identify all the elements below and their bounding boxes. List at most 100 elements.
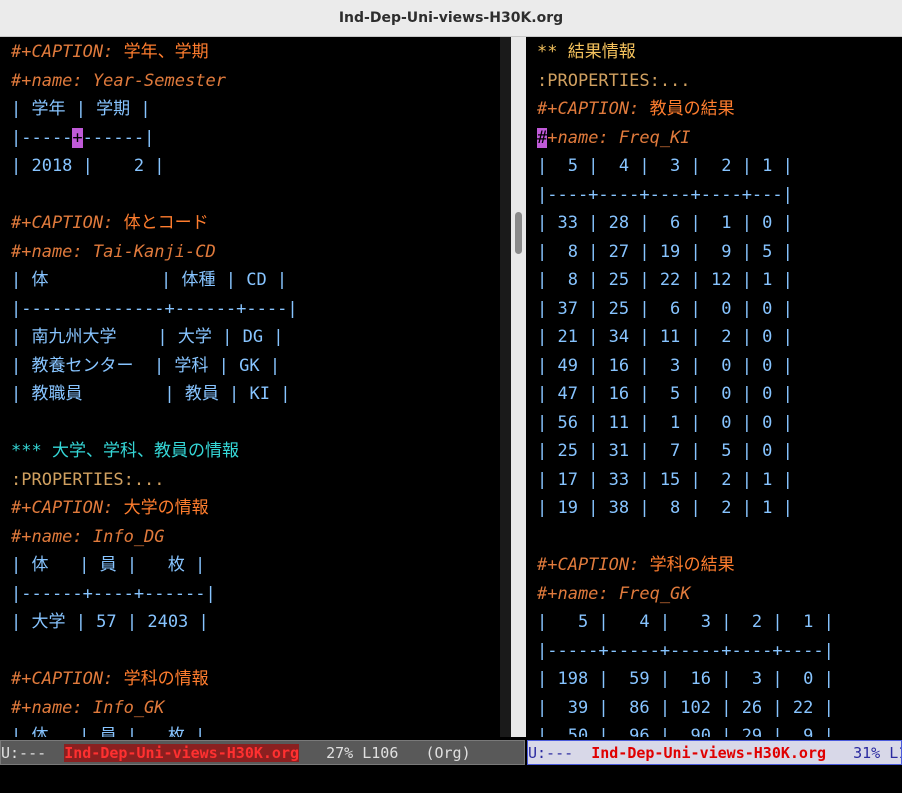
- buffer-line[interactable]: | 南九州大学 | 大学 | DG |: [11, 323, 284, 351]
- buffer-line[interactable]: | 49 | 16 | 3 | 0 | 0 |: [537, 352, 793, 380]
- buffer-text: | 体 | 体種 | CD |: [11, 270, 288, 290]
- buffer-text: |------+----+------|: [11, 583, 216, 604]
- buffer-text: | 198 | 59 | 16 | 3 | 0 |: [537, 669, 834, 689]
- buffer-text: #+CAPTION:: [11, 498, 124, 518]
- buffer-text: | 5 | 4 | 3 | 2 | 1 |: [537, 156, 793, 176]
- buffer-text: 学年、学期: [123, 42, 209, 62]
- buffer-text: #+CAPTION:: [11, 42, 124, 62]
- emacs-window: Ind-Dep-Uni-views-H30K.org #+CAPTION: 学年…: [0, 0, 902, 793]
- buffer-line[interactable]: | 5 | 4 | 3 | 2 | 1 |: [537, 608, 834, 636]
- buffer-line[interactable]: *** 大学、学科、教員の情報: [11, 437, 239, 465]
- buffer-line[interactable]: #+CAPTION: 学科の結果: [537, 551, 735, 579]
- buffer-line[interactable]: | 体 | 体種 | CD |: [11, 266, 287, 294]
- buffer-text: | 学年 | 学期 |: [11, 99, 151, 119]
- buffer-line[interactable]: | 19 | 38 | 8 | 2 | 1 |: [537, 494, 793, 522]
- scrollbar-thumb[interactable]: [515, 212, 522, 254]
- buffer-text: | 体 | 員 | 枚 |: [11, 555, 206, 575]
- buffer-line[interactable]: ** 結果情報: [537, 38, 636, 66]
- mode-line-position: 27% L106 (Org): [299, 744, 471, 762]
- buffer-line[interactable]: | 5 | 4 | 3 | 2 | 1 |: [537, 152, 793, 180]
- right-editor-pane[interactable]: ** 結果情報:PROPERTIES:... #+CAPTION: 教員の結果 #+…: [537, 37, 902, 737]
- right-mode-line[interactable]: U:--- Ind-Dep-Uni-views-H30K.org 31% L14…: [527, 740, 902, 765]
- minibuffer[interactable]: [0, 765, 902, 793]
- left-mode-line[interactable]: U:--- Ind-Dep-Uni-views-H30K.org 27% L10…: [0, 740, 525, 765]
- buffer-line[interactable]: #+name: Freq_GK: [537, 580, 691, 608]
- buffer-line[interactable]: | 教職員 | 教員 | KI |: [11, 380, 290, 408]
- buffer-line[interactable]: |--------------+------+----|: [11, 295, 298, 323]
- buffer-line[interactable]: :PROPERTIES:...: [537, 67, 691, 95]
- buffer-line[interactable]: | 17 | 33 | 15 | 2 | 1 |: [537, 466, 793, 494]
- buffer-line[interactable]: | 198 | 59 | 16 | 3 | 0 |: [537, 665, 834, 693]
- buffer-text: **: [537, 42, 568, 62]
- buffer-line[interactable]: |------+----+------|: [11, 580, 216, 608]
- buffer-text: | 56 | 11 | 1 | 0 | 0 |: [537, 412, 793, 433]
- buffer-line[interactable]: #+name: Tai-Kanji-CD: [11, 238, 216, 266]
- buffer-line[interactable]: :PROPERTIES:...: [11, 466, 165, 494]
- buffer-text: *** 大学、学科、教員の情報: [11, 441, 239, 461]
- buffer-text: 学科の結果: [649, 555, 735, 575]
- buffer-line[interactable]: #+CAPTION: 学科の情報: [11, 665, 209, 693]
- buffer-line[interactable]: #+name: Info_GK: [11, 694, 165, 722]
- mode-line-buffer-name[interactable]: Ind-Dep-Uni-views-H30K.org: [591, 744, 826, 762]
- window-divider: [500, 37, 511, 737]
- buffer-line[interactable]: #+CAPTION: 教員の結果: [537, 95, 735, 123]
- buffer-text: 教員の結果: [649, 99, 735, 119]
- buffer-text: :PROPERTIES:...: [537, 70, 691, 91]
- buffer-line[interactable]: #+CAPTION: 大学の情報: [11, 494, 209, 522]
- mode-line-status: U:---: [528, 744, 592, 762]
- buffer-line[interactable]: | 50 | 96 | 90 | 29 | 9 |: [537, 722, 834, 737]
- text-cursor: +: [72, 127, 83, 148]
- buffer-line[interactable]: | 体 | 員 | 枚 |: [11, 551, 205, 579]
- buffer-text: | 大学 | 57 | 2403 |: [11, 612, 209, 632]
- vertical-scrollbar[interactable]: [511, 37, 526, 737]
- buffer-line[interactable]: | 学年 | 学期 |: [11, 95, 151, 123]
- buffer-text: #+CAPTION:: [537, 555, 650, 575]
- buffer-text: |--------------+------+----|: [11, 298, 298, 319]
- buffer-line[interactable]: |-----+-----+-----+----+----|: [537, 637, 834, 665]
- right-fringe: [526, 37, 537, 737]
- buffer-line[interactable]: |-----+------|: [11, 124, 154, 152]
- buffer-text: | 39 | 86 | 102 | 26 | 22 |: [537, 697, 834, 718]
- buffer-text: | 49 | 16 | 3 | 0 | 0 |: [537, 355, 793, 376]
- left-editor-pane[interactable]: #+CAPTION: 学年、学期 #+name: Year-Semester | 学…: [0, 37, 500, 737]
- buffer-text: ------|: [82, 127, 155, 148]
- buffer-text: 学科の情報: [123, 669, 209, 689]
- buffer-text: 結果情報: [567, 42, 636, 62]
- buffer-line[interactable]: #+name: Year-Semester: [11, 67, 226, 95]
- buffer-text: | 17 | 33 | 15 | 2 | 1 |: [537, 469, 793, 490]
- buffer-line[interactable]: | 39 | 86 | 102 | 26 | 22 |: [537, 694, 834, 722]
- buffer-text: #+CAPTION:: [11, 213, 124, 233]
- buffer-text: | 50 | 96 | 90 | 29 | 9 |: [537, 726, 834, 737]
- buffer-line[interactable]: |----+----+----+----+---|: [537, 181, 793, 209]
- buffer-text: | 21 | 34 | 11 | 2 | 0 |: [537, 327, 793, 347]
- mode-line-buffer-name[interactable]: Ind-Dep-Uni-views-H30K.org: [64, 744, 300, 762]
- buffer-text: #+CAPTION:: [537, 99, 650, 119]
- buffer-line[interactable]: #+CAPTION: 体とコード: [11, 209, 209, 237]
- buffer-line[interactable]: #+CAPTION: 学年、学期: [11, 38, 209, 66]
- buffer-text: | 南九州大学 | 大学 | DG |: [11, 327, 284, 347]
- buffer-text: | 8 | 25 | 22 | 12 | 1 |: [537, 270, 793, 290]
- buffer-line[interactable]: | 56 | 11 | 1 | 0 | 0 |: [537, 409, 793, 437]
- buffer-line[interactable]: #+name: Info_DG: [11, 523, 165, 551]
- buffer-line[interactable]: | 2018 | 2 |: [11, 152, 165, 180]
- buffer-line[interactable]: | 33 | 28 | 6 | 1 | 0 |: [537, 209, 793, 237]
- window-title: Ind-Dep-Uni-views-H30K.org: [338, 10, 564, 26]
- buffer-line[interactable]: | 8 | 27 | 19 | 9 | 5 |: [537, 238, 793, 266]
- buffer-text: #+CAPTION:: [11, 669, 124, 689]
- buffer-text: |----+----+----+----+---|: [537, 184, 793, 205]
- buffer-line[interactable]: | 21 | 34 | 11 | 2 | 0 |: [537, 323, 793, 351]
- buffer-text: 体とコード: [123, 213, 209, 233]
- buffer-text: 大学の情報: [123, 498, 209, 518]
- buffer-text: #+name: Year-Semester: [11, 70, 226, 91]
- buffer-text: | 体 | 員 | 枚 |: [11, 726, 206, 737]
- buffer-line[interactable]: | 47 | 16 | 5 | 0 | 0 |: [537, 380, 793, 408]
- buffer-line[interactable]: | 37 | 25 | 6 | 0 | 0 |: [537, 295, 793, 323]
- buffer-text: | 33 | 28 | 6 | 1 | 0 |: [537, 213, 793, 233]
- buffer-line[interactable]: | 8 | 25 | 22 | 12 | 1 |: [537, 266, 793, 294]
- buffer-line[interactable]: | 体 | 員 | 枚 |: [11, 722, 205, 737]
- buffer-line[interactable]: | 大学 | 57 | 2403 |: [11, 608, 209, 636]
- buffer-line[interactable]: | 教養センター | 学科 | GK |: [11, 352, 280, 380]
- buffer-line[interactable]: | 25 | 31 | 7 | 5 | 0 |: [537, 437, 793, 465]
- buffer-line[interactable]: #+name: Freq_KI: [537, 124, 691, 152]
- window-titlebar[interactable]: Ind-Dep-Uni-views-H30K.org: [0, 0, 902, 37]
